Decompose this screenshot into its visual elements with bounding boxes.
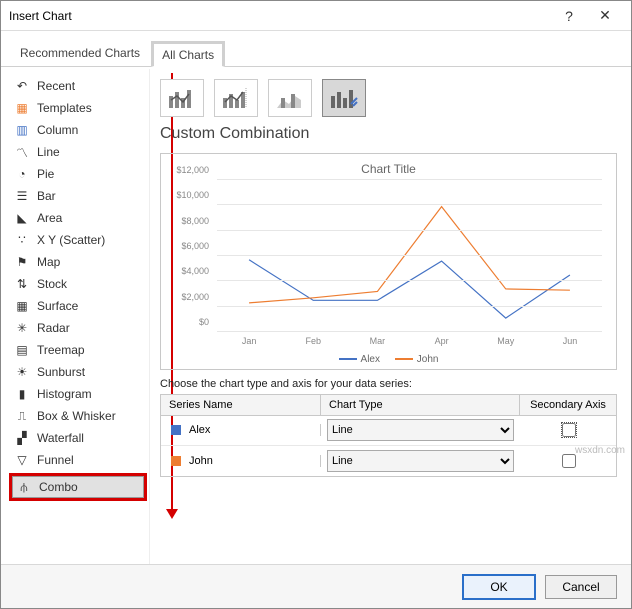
plot-region <box>217 180 602 332</box>
series-prompt: Choose the chart type and axis for your … <box>160 378 617 390</box>
sidebar-item-treemap[interactable]: ▤Treemap <box>11 339 145 361</box>
sidebar-item-combo[interactable]: ⫛Combo <box>12 476 144 498</box>
series-swatch-alex <box>171 425 181 435</box>
sidebar-item-bar[interactable]: ☰Bar <box>11 185 145 207</box>
dialog-title: Insert Chart <box>9 9 551 23</box>
preset-clustered-column-line[interactable] <box>160 79 204 117</box>
header-chart-type: Chart Type <box>321 395 520 415</box>
close-button[interactable]: ✕ <box>587 7 623 24</box>
sidebar-item-waterfall[interactable]: ▞Waterfall <box>11 427 145 449</box>
sidebar-item-templates[interactable]: ▦Templates <box>11 97 145 119</box>
scatter-icon: ∵ <box>15 233 29 247</box>
chart-type-select-alex[interactable]: Line <box>327 419 514 441</box>
combo-icon: ⫛ <box>17 480 31 494</box>
bar-icon: ☰ <box>15 189 29 203</box>
tab-all-charts[interactable]: All Charts <box>151 41 225 67</box>
radar-icon: ✳ <box>15 321 29 335</box>
stock-icon: ⇅ <box>15 277 29 291</box>
surface-icon: ▦ <box>15 299 29 313</box>
chart-type-select-john[interactable]: Line <box>327 450 514 472</box>
series-row-john: John Line <box>161 446 616 476</box>
sidebar-item-line[interactable]: 〽Line <box>11 141 145 163</box>
insert-chart-dialog: Insert Chart ? ✕ Recommended Charts All … <box>0 0 632 609</box>
pie-icon: ◔ <box>15 167 29 181</box>
sidebar-item-pie[interactable]: ◔Pie <box>11 163 145 185</box>
area-icon: ◣ <box>15 211 29 225</box>
watermark: wsxdn.com <box>575 445 625 456</box>
recent-icon: ↶ <box>15 79 29 93</box>
preset-stacked-area-column[interactable] <box>268 79 312 117</box>
templates-icon: ▦ <box>15 101 29 115</box>
chart-plot-area: $0$2,000$4,000$6,000$8,000$10,000$12,000… <box>171 180 606 350</box>
sidebar-item-map[interactable]: ⚑Map <box>11 251 145 273</box>
secondary-axis-checkbox-john[interactable] <box>562 454 576 468</box>
cancel-button[interactable]: Cancel <box>545 575 617 599</box>
header-secondary-axis: Secondary Axis <box>520 395 616 415</box>
series-table: Series Name Chart Type Secondary Axis Al… <box>160 394 617 477</box>
sidebar-item-area[interactable]: ◣Area <box>11 207 145 229</box>
sidebar-item-surface[interactable]: ▦Surface <box>11 295 145 317</box>
preset-custom-combination[interactable] <box>322 79 366 117</box>
sidebar-item-sunburst[interactable]: ☀Sunburst <box>11 361 145 383</box>
legend-swatch-john <box>395 358 413 360</box>
chart-type-sidebar: ↶Recent ▦Templates ▥Column 〽Line ◔Pie ☰B… <box>1 69 149 564</box>
content-pane: Custom Combination Chart Title $0$2,000$… <box>149 69 631 564</box>
line-icon: 〽 <box>15 145 29 159</box>
sidebar-item-funnel[interactable]: ▽Funnel <box>11 449 145 471</box>
secondary-axis-checkbox-alex[interactable] <box>562 423 576 437</box>
histogram-icon: ▮ <box>15 387 29 401</box>
subtype-title: Custom Combination <box>160 125 617 143</box>
combo-presets <box>160 79 617 117</box>
map-icon: ⚑ <box>15 255 29 269</box>
sunburst-icon: ☀ <box>15 365 29 379</box>
sidebar-item-stock[interactable]: ⇅Stock <box>11 273 145 295</box>
ok-button[interactable]: OK <box>463 575 535 599</box>
column-icon: ▥ <box>15 123 29 137</box>
sidebar-item-box-whisker[interactable]: ⎍Box & Whisker <box>11 405 145 427</box>
box-whisker-icon: ⎍ <box>15 409 29 423</box>
header-series-name: Series Name <box>161 395 321 415</box>
legend-swatch-alex <box>339 358 357 360</box>
preset-clustered-column-line-secondary[interactable] <box>214 79 258 117</box>
waterfall-icon: ▞ <box>15 431 29 445</box>
series-header: Series Name Chart Type Secondary Axis <box>161 395 616 416</box>
treemap-icon: ▤ <box>15 343 29 357</box>
sidebar-item-radar[interactable]: ✳Radar <box>11 317 145 339</box>
help-button[interactable]: ? <box>551 8 587 24</box>
sidebar-item-histogram[interactable]: ▮Histogram <box>11 383 145 405</box>
titlebar: Insert Chart ? ✕ <box>1 1 631 31</box>
series-swatch-john <box>171 456 181 466</box>
chart-preview: Chart Title $0$2,000$4,000$6,000$8,000$1… <box>160 153 617 370</box>
tab-recommended-charts[interactable]: Recommended Charts <box>9 39 151 66</box>
funnel-icon: ▽ <box>15 453 29 467</box>
tab-strip: Recommended Charts All Charts <box>1 39 631 67</box>
chart-legend: Alex John <box>171 352 606 365</box>
chart-title: Chart Title <box>171 162 606 176</box>
series-row-alex: Alex Line <box>161 416 616 446</box>
sidebar-item-column[interactable]: ▥Column <box>11 119 145 141</box>
sidebar-item-scatter[interactable]: ∵X Y (Scatter) <box>11 229 145 251</box>
sidebar-item-recent[interactable]: ↶Recent <box>11 75 145 97</box>
y-axis: $0$2,000$4,000$6,000$8,000$10,000$12,000 <box>171 180 213 332</box>
dialog-footer: OK Cancel <box>1 564 631 608</box>
x-axis: JanFebMarAprMayJun <box>217 336 602 350</box>
